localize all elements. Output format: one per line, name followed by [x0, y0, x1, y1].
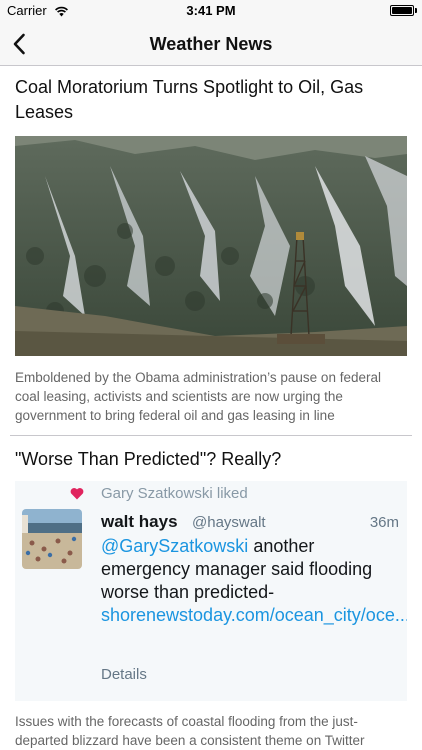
article-title[interactable]: Coal Moratorium Turns Spotlight to Oil, … — [15, 75, 407, 125]
navigation-bar: Weather News — [0, 22, 422, 66]
status-bar: Carrier 3:41 PM — [0, 0, 422, 22]
tweet-details-link[interactable]: Details — [101, 666, 147, 683]
tweet-url-link[interactable]: shorenewstoday.com/ocean_city/oce... — [101, 605, 407, 625]
article-summary: Issues with the forecasts of coastal flo… — [15, 714, 365, 748]
liked-by-text: Gary Szatkowski liked — [101, 485, 248, 502]
tweet-author-name[interactable]: walt hays — [101, 512, 178, 532]
embedded-tweet[interactable]: Gary Szatkowski liked walt hays @hayswal… — [15, 481, 407, 701]
article-summary: Emboldened by the Obama administration’s… — [15, 370, 381, 423]
article-title[interactable]: "Worse Than Predicted"? Really? — [15, 447, 407, 472]
drilling-rig-photo — [15, 136, 407, 356]
tweet-mention-link[interactable]: @GarySzatkowski — [101, 536, 248, 556]
status-time: 3:41 PM — [186, 3, 236, 18]
tweet-timestamp[interactable]: 36m — [370, 514, 399, 531]
heart-icon — [70, 487, 84, 505]
tweet-author-handle[interactable]: @hayswalt — [192, 514, 266, 531]
tweet-text: @GarySzatkowski another emergency manage… — [101, 535, 407, 627]
battery-icon — [390, 5, 414, 16]
battery-tip — [415, 8, 417, 13]
page-title: Weather News — [149, 34, 273, 54]
avatar[interactable] — [22, 509, 82, 569]
article-divider — [10, 435, 412, 436]
article-image[interactable] — [15, 136, 407, 356]
battery-fill — [392, 7, 412, 14]
